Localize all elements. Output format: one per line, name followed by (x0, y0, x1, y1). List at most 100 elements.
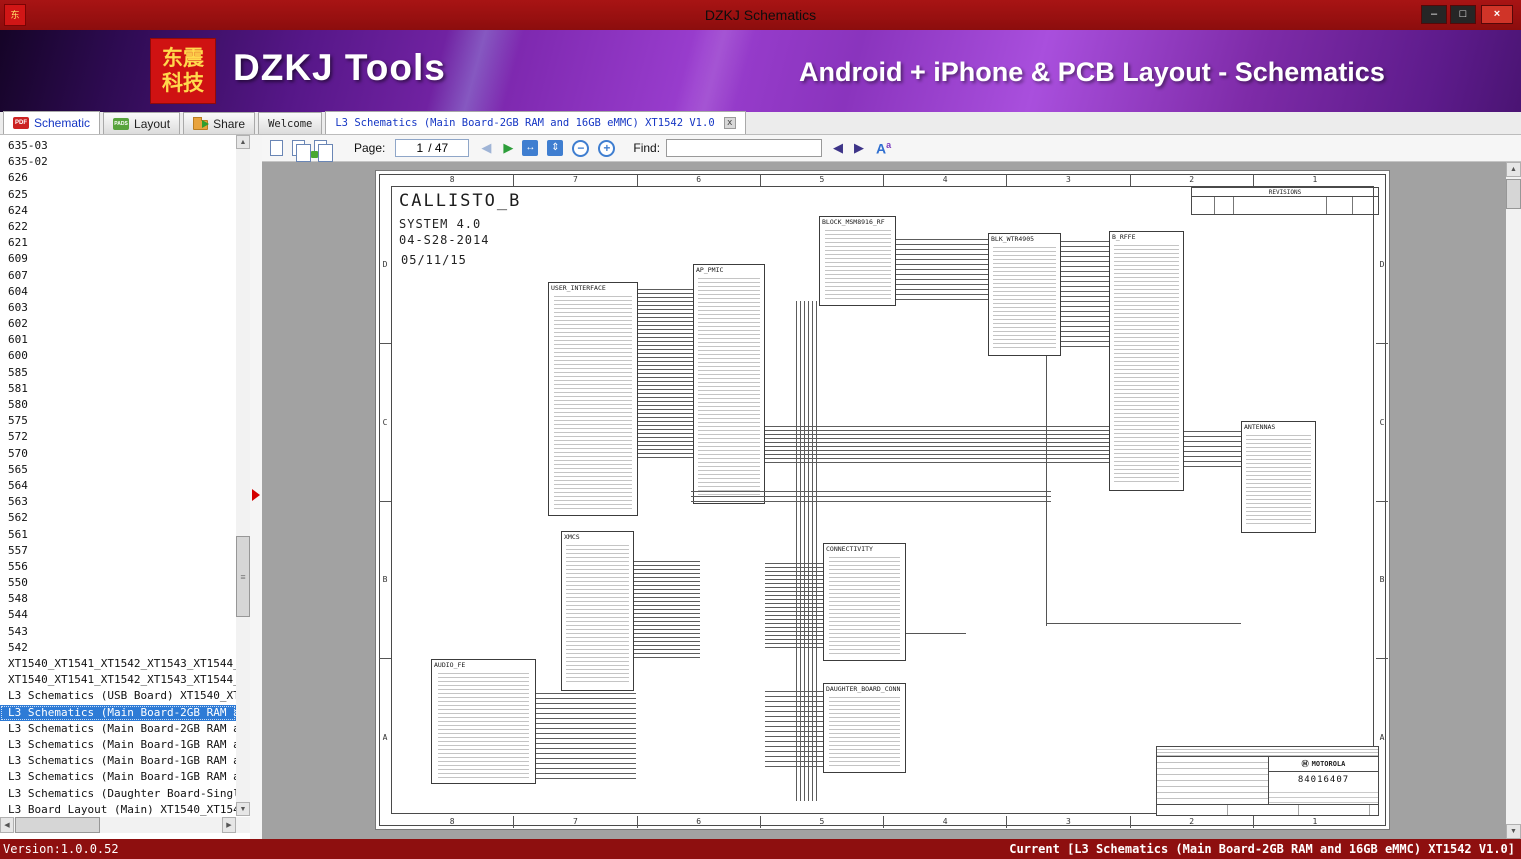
tab-schematic[interactable]: PDF Schematic (3, 111, 100, 134)
list-item[interactable]: 556 (0, 559, 236, 575)
app-window: 东 DZKJ Schematics – □ × 东震 科技 DZKJ Tools… (0, 0, 1521, 859)
list-item[interactable]: XT1540_XT1541_XT1542_XT1543_XT1544_XT1 (0, 672, 236, 688)
fit-page-icon[interactable]: ⇕ (547, 140, 563, 156)
scroll-up-icon[interactable]: ▲ (1506, 162, 1521, 177)
grid-label: 5 (760, 174, 883, 186)
scroll-up-icon[interactable]: ▲ (236, 135, 250, 149)
list-item[interactable]: 604 (0, 284, 236, 300)
list-item[interactable]: L3 Schematics (Main Board-2GB RAM and (0, 721, 236, 737)
list-item[interactable]: 603 (0, 300, 236, 316)
fit-width-icon[interactable]: ↔ (522, 140, 538, 156)
tab-document-active[interactable]: L3 Schematics (Main Board-2GB RAM and 16… (325, 111, 745, 134)
list-item[interactable]: 624 (0, 203, 236, 219)
grid-rows-left: DCBA (379, 186, 391, 816)
list-item[interactable]: L3 Schematics (USB Board) XT1540_XT154 (0, 688, 236, 704)
list-item[interactable]: 581 (0, 381, 236, 397)
list-item[interactable]: L3 Schematics (Main Board-1GB RAM and (0, 769, 236, 785)
vscroll-thumb[interactable] (1506, 179, 1521, 209)
list-item[interactable]: 564 (0, 478, 236, 494)
list-item[interactable]: 544 (0, 607, 236, 623)
title-block-fill (1269, 788, 1378, 804)
list-item[interactable]: L3 Schematics (Daughter Board-Single S (0, 786, 236, 802)
list-item[interactable]: L3 Schematics (Main Board-1GB RAM and (0, 753, 236, 769)
list-item[interactable]: 580 (0, 397, 236, 413)
grid-columns-bottom: 87654321 (391, 816, 1376, 828)
list-item[interactable]: 635-03 (0, 138, 236, 154)
scroll-down-icon[interactable]: ▼ (236, 802, 250, 816)
sidebar-hscrollbar[interactable]: ◀ ▶ (0, 817, 250, 833)
list-item[interactable]: XT1540_XT1541_XT1542_XT1543_XT1544_XT1 (0, 656, 236, 672)
copy-page-icon[interactable] (292, 140, 305, 156)
zoom-out-icon[interactable]: − (572, 140, 589, 157)
list-item[interactable]: 550 (0, 575, 236, 591)
vscroll-thumb[interactable]: ≡ (236, 536, 250, 617)
list-item[interactable]: 542 (0, 640, 236, 656)
scroll-left-icon[interactable]: ◀ (0, 817, 14, 833)
version-text: Version:1.0.0.52 (3, 842, 119, 856)
page-icon[interactable] (270, 140, 283, 156)
scroll-right-icon[interactable]: ▶ (222, 817, 236, 833)
list-item[interactable]: 575 (0, 413, 236, 429)
list-item[interactable]: 625 (0, 187, 236, 203)
hscroll-thumb[interactable] (15, 817, 100, 833)
list-item[interactable]: 563 (0, 494, 236, 510)
list-item[interactable]: 585 (0, 365, 236, 381)
content-vscrollbar[interactable]: ▲ ▼ (1506, 162, 1521, 839)
list-item[interactable]: 572 (0, 429, 236, 445)
list-item[interactable]: 600 (0, 348, 236, 364)
splitter-collapse-arrow[interactable] (252, 489, 260, 501)
list-item[interactable]: 570 (0, 446, 236, 462)
maximize-button[interactable]: □ (1450, 5, 1476, 24)
close-icon[interactable]: x (724, 117, 736, 129)
list-item[interactable]: L3 Schematics (Main Board-1GB RAM and (0, 737, 236, 753)
wire-bundle (638, 289, 693, 461)
schematic-viewport[interactable]: 87654321 87654321 DCBA DCBA CALLISTO_B S… (262, 162, 1506, 839)
find-next-icon[interactable]: ▶ (854, 140, 864, 156)
tab-welcome[interactable]: Welcome (258, 112, 322, 134)
list-item[interactable]: 557 (0, 543, 236, 559)
page-input[interactable]: 1 / 47 (395, 139, 469, 157)
list-item[interactable]: 622 (0, 219, 236, 235)
scroll-down-icon[interactable]: ▼ (1506, 824, 1521, 839)
list-item[interactable]: 635-02 (0, 154, 236, 170)
logo-line2: 科技 (162, 71, 204, 96)
list-item[interactable]: L3 Board Layout (Main) XT1540_XT1541_X (0, 802, 236, 817)
find-input[interactable] (666, 139, 822, 157)
list-item[interactable]: 607 (0, 268, 236, 284)
list-item[interactable]: 543 (0, 624, 236, 640)
list-item[interactable]: 561 (0, 527, 236, 543)
grid-label: A (379, 658, 391, 816)
pin-rows (438, 673, 529, 778)
list-item[interactable]: 609 (0, 251, 236, 267)
zoom-in-icon[interactable]: + (598, 140, 615, 157)
prev-page-icon[interactable]: ◀ (481, 140, 491, 156)
list-item[interactable]: 562 (0, 510, 236, 526)
minimize-button[interactable]: – (1421, 5, 1447, 24)
list-item[interactable]: 602 (0, 316, 236, 332)
page-current: 1 (417, 141, 424, 155)
wire-bundle (1061, 241, 1109, 351)
list-item[interactable]: 621 (0, 235, 236, 251)
list-item[interactable]: L3 Schematics (Main Board-2GB RAM and (0, 705, 236, 721)
list-item[interactable]: 548 (0, 591, 236, 607)
tab-share[interactable]: Share (183, 112, 255, 134)
sidebar-vscrollbar[interactable]: ▲ ≡ ▼ (236, 135, 250, 816)
wire-bundle (896, 239, 988, 301)
find-label: Find: (633, 141, 660, 155)
tab-layout[interactable]: PADS Layout (103, 112, 180, 134)
block-label: BLK_WTR4905 (991, 235, 1034, 243)
brand-name: MOTOROLA (1312, 760, 1346, 768)
list-item[interactable]: 565 (0, 462, 236, 478)
match-case-icon[interactable]: Aa (876, 140, 891, 157)
find-prev-icon[interactable]: ◀ (833, 140, 843, 156)
next-page-icon[interactable]: ▶ (503, 140, 513, 156)
grid-label: B (1376, 501, 1388, 659)
list-item[interactable]: 601 (0, 332, 236, 348)
banner-title: DZKJ Tools (233, 47, 446, 89)
list-item[interactable]: 626 (0, 170, 236, 186)
grid-label: 3 (1006, 174, 1129, 186)
multi-page-icon[interactable] (314, 140, 327, 156)
splitter[interactable] (250, 135, 262, 839)
tab-bar: PDF Schematic PADS Layout Share Welcome … (0, 112, 1521, 135)
close-button[interactable]: × (1481, 5, 1513, 24)
